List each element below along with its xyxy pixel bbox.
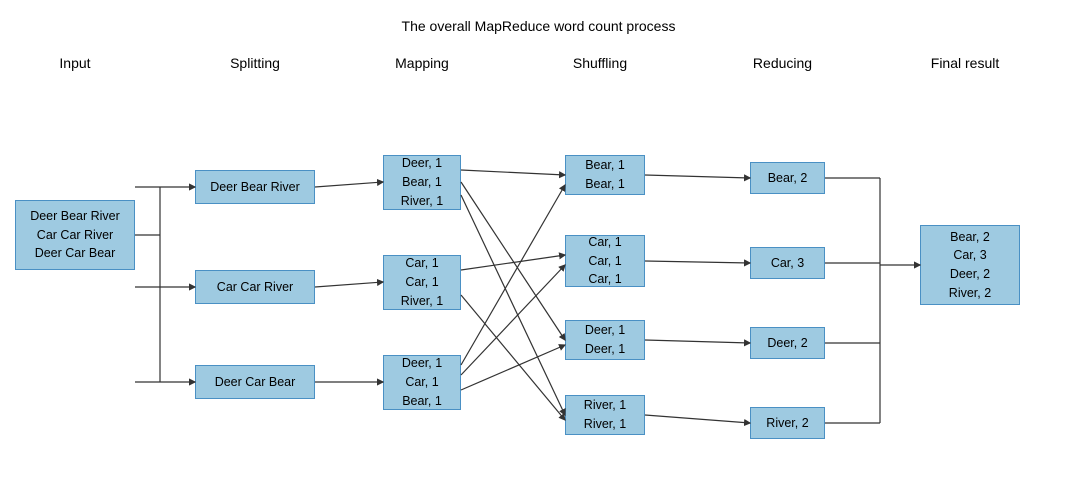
box-red4: River, 2 [750,407,825,439]
box-split1-text: Deer Bear River [210,178,300,197]
box-split2-text: Car Car River [217,278,293,297]
box-red3-text: Deer, 2 [767,334,807,353]
box-final: Bear, 2 Car, 3 Deer, 2 River, 2 [920,225,1020,305]
box-split2: Car Car River [195,270,315,304]
box-split3: Deer Car Bear [195,365,315,399]
box-map1: Deer, 1 Bear, 1 River, 1 [383,155,461,210]
box-map1-text: Deer, 1 Bear, 1 River, 1 [401,154,443,210]
box-shuf2: Car, 1 Car, 1 Car, 1 [565,235,645,287]
box-split3-text: Deer Car Bear [215,373,296,392]
box-red4-text: River, 2 [766,414,808,433]
box-red2-text: Car, 3 [771,254,804,273]
box-shuf2-text: Car, 1 Car, 1 Car, 1 [588,233,621,289]
box-shuf3-text: Deer, 1 Deer, 1 [585,321,625,359]
diagram: The overall MapReduce word count process… [0,0,1077,500]
diagram-title: The overall MapReduce word count process [402,18,676,34]
box-input: Deer Bear River Car Car River Deer Car B… [15,200,135,270]
arrows-svg [0,0,1077,500]
box-shuf4: River, 1 River, 1 [565,395,645,435]
box-red1-text: Bear, 2 [768,169,808,188]
box-shuf3: Deer, 1 Deer, 1 [565,320,645,360]
col-label-splitting: Splitting [195,55,315,71]
box-map3-text: Deer, 1 Car, 1 Bear, 1 [402,354,442,410]
box-shuf4-text: River, 1 River, 1 [584,396,626,434]
box-map2: Car, 1 Car, 1 River, 1 [383,255,461,310]
box-final-text: Bear, 2 Car, 3 Deer, 2 River, 2 [949,228,991,303]
box-split1: Deer Bear River [195,170,315,204]
col-label-final: Final result [905,55,1025,71]
box-shuf1-text: Bear, 1 Bear, 1 [585,156,625,194]
box-map3: Deer, 1 Car, 1 Bear, 1 [383,355,461,410]
box-input-text: Deer Bear River Car Car River Deer Car B… [30,207,120,263]
box-map2-text: Car, 1 Car, 1 River, 1 [401,254,443,310]
col-label-reducing: Reducing [740,55,825,71]
col-label-mapping: Mapping [383,55,461,71]
box-red3: Deer, 2 [750,327,825,359]
box-red2: Car, 3 [750,247,825,279]
box-red1: Bear, 2 [750,162,825,194]
col-label-shuffling: Shuffling [555,55,645,71]
col-label-input: Input [15,55,135,71]
box-shuf1: Bear, 1 Bear, 1 [565,155,645,195]
